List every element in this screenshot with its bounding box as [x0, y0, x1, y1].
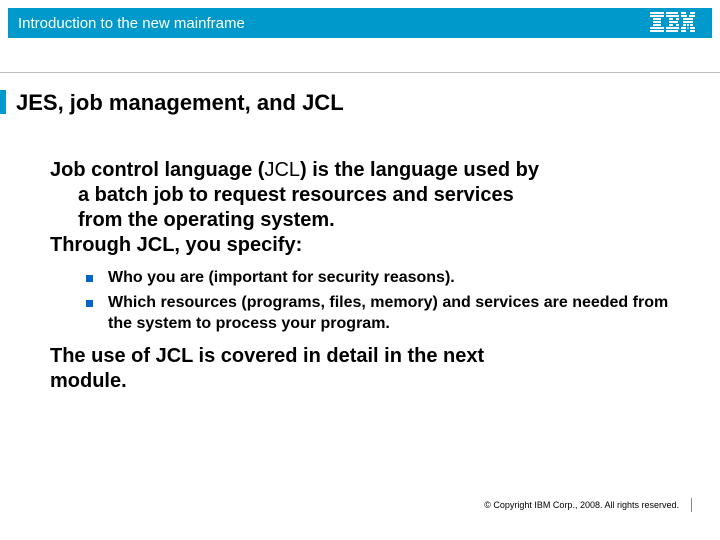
- header-bar: Introduction to the new mainframe: [8, 8, 712, 38]
- ibm-logo-icon: [650, 12, 696, 37]
- header-title: Introduction to the new mainframe: [18, 15, 245, 32]
- bullet-list: Who you are (important for security reas…: [86, 268, 680, 334]
- list-item: Who you are (important for security reas…: [86, 268, 680, 289]
- text-line2: module.: [50, 370, 127, 392]
- title-accent: [0, 90, 6, 114]
- slide-title: JES, job management, and JCL: [16, 90, 344, 116]
- text-line3: from the operating system.: [50, 208, 680, 233]
- text-jcl-abbr: JCL: [264, 159, 300, 181]
- footer-divider: [691, 498, 692, 512]
- text-lead: Job control language (: [50, 159, 264, 181]
- divider: [0, 72, 720, 73]
- slide-body: Job control language (JCL) is the langua…: [50, 158, 680, 394]
- text-line4: Through JCL, you specify:: [50, 234, 302, 256]
- paragraph-closing: The use of JCL is covered in detail in t…: [50, 344, 680, 394]
- footer: © Copyright IBM Corp., 2008. All rights …: [484, 498, 692, 512]
- slide: Introduction to the new mainframe: [0, 0, 720, 540]
- text-line1: The use of JCL is covered in detail in t…: [50, 345, 484, 367]
- list-item: Which resources (programs, files, memory…: [86, 293, 680, 335]
- copyright-text: © Copyright IBM Corp., 2008. All rights …: [484, 500, 691, 510]
- paragraph-intro: Job control language (JCL) is the langua…: [50, 158, 680, 258]
- text-line2: a batch job to request resources and ser…: [50, 183, 680, 208]
- text-tail: ) is the language used by: [300, 159, 539, 181]
